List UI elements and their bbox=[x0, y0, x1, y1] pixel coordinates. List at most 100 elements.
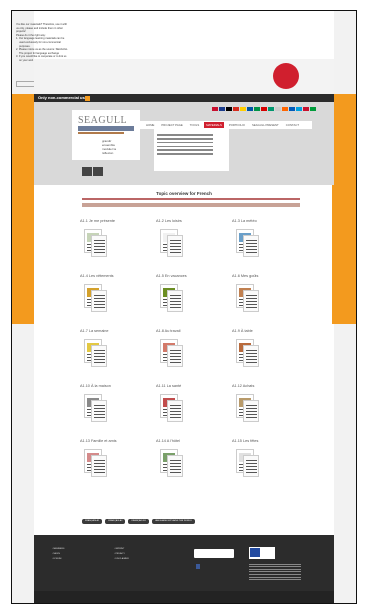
title-rule bbox=[82, 198, 300, 200]
topic-card[interactable]: A1.2 Les loisirs bbox=[156, 219, 222, 279]
menu-item[interactable]: TOOLS bbox=[188, 122, 201, 128]
topic-card[interactable]: A1.7 La semaine bbox=[80, 329, 146, 389]
menu-item[interactable]: PROJECT PAGE bbox=[159, 122, 184, 128]
flag-icon[interactable] bbox=[282, 107, 288, 111]
flag-icon[interactable] bbox=[275, 107, 281, 111]
topic-card[interactable]: A1.12 Achats bbox=[232, 384, 298, 444]
flag-icon[interactable] bbox=[240, 107, 246, 111]
footer-links: FRANÇAIS A1 FRANÇAIS A2 FRANÇAIS B1 LANGUAG… bbox=[82, 519, 195, 524]
menu-item[interactable]: PORTFOLIO bbox=[227, 122, 247, 128]
close-icon[interactable] bbox=[85, 95, 90, 101]
footer-col-1: › MEMBERS › NEWS › FORUM bbox=[52, 547, 64, 562]
topic-label[interactable]: A1.8 Au travail bbox=[156, 329, 180, 333]
flag-icon[interactable] bbox=[296, 107, 302, 111]
topic-thumbnail-page[interactable] bbox=[243, 455, 259, 477]
noncommercial-label: Only non-commercial use! bbox=[38, 95, 89, 100]
topic-label[interactable]: A1.9 À table bbox=[232, 329, 253, 333]
topic-thumbnail-page[interactable] bbox=[167, 290, 183, 312]
flag-icon[interactable] bbox=[247, 107, 253, 111]
topic-card[interactable]: A1.14 A l'hôtel bbox=[156, 439, 222, 499]
footer-nav-link[interactable]: › FORUM bbox=[52, 557, 64, 562]
hero-text-line: réflexion bbox=[102, 151, 114, 155]
eu-logo bbox=[249, 547, 275, 559]
orange-side-right bbox=[332, 94, 356, 324]
footer-bottom bbox=[34, 591, 334, 603]
topic-thumbnail-page[interactable] bbox=[91, 235, 107, 257]
topic-label[interactable]: A1.3 La météo bbox=[232, 219, 257, 223]
screenshot-frame: You like our materials? Therefore, use i… bbox=[11, 10, 357, 604]
flag-icon[interactable] bbox=[303, 107, 309, 111]
topic-thumbnail-page[interactable] bbox=[167, 455, 183, 477]
red-circle-decoration bbox=[273, 63, 299, 89]
footer-link[interactable]: FRANÇAIS A2 bbox=[105, 519, 126, 524]
topic-card[interactable]: A1.9 À table bbox=[232, 329, 298, 389]
topic-card[interactable]: A1.10 À la maison bbox=[80, 384, 146, 444]
menu-item[interactable]: CONTACT bbox=[284, 122, 301, 128]
topic-thumbnail-page[interactable] bbox=[243, 290, 259, 312]
topic-label[interactable]: A1.7 La semaine bbox=[80, 329, 109, 333]
facebook-icon[interactable] bbox=[196, 564, 200, 569]
topic-label[interactable]: A1.15 Les fêtes bbox=[232, 439, 258, 443]
topic-thumbnail-page[interactable] bbox=[91, 345, 107, 367]
topic-card[interactable]: A1.4 Les vêtements bbox=[80, 274, 146, 334]
menu-item[interactable]: SEAGULL PRESENT bbox=[250, 122, 281, 128]
menu-item[interactable]: MATERIALS bbox=[204, 122, 224, 128]
topic-thumbnail-page[interactable] bbox=[167, 400, 183, 422]
flag-icon[interactable] bbox=[219, 107, 225, 111]
slider-next-button[interactable] bbox=[93, 167, 103, 176]
logo-card[interactable]: SEAGULL grandir ensemble moduler la réflexi… bbox=[72, 110, 140, 160]
eu-disclaimer bbox=[249, 562, 301, 582]
flag-icon[interactable] bbox=[254, 107, 260, 111]
logo-tagline-2 bbox=[78, 132, 124, 134]
materials-dropdown[interactable] bbox=[154, 129, 229, 171]
topic-card[interactable]: A1.8 Au travail bbox=[156, 329, 222, 389]
topic-card[interactable]: A1.15 Les fêtes bbox=[232, 439, 298, 499]
topic-label[interactable]: A1.1 Je me présente bbox=[80, 219, 115, 223]
footer-link[interactable]: LANGUAGE EXPLAINS THE WORLD bbox=[151, 519, 195, 524]
topic-thumbnail-page[interactable] bbox=[243, 235, 259, 257]
orange-side-left bbox=[12, 94, 34, 324]
title-rule-wide bbox=[82, 203, 300, 207]
hero-text: grandir ensemble moduler la réflexion bbox=[102, 139, 116, 155]
topic-label[interactable]: A1.6 Mes goûts bbox=[232, 274, 258, 278]
flag-icon[interactable] bbox=[268, 107, 274, 111]
footer-nav-link[interactable]: › DISCLAIMER bbox=[114, 557, 129, 562]
slider-prev-button[interactable] bbox=[82, 167, 92, 176]
flag-icon[interactable] bbox=[310, 107, 316, 111]
flag-icon[interactable] bbox=[233, 107, 239, 111]
topic-card[interactable]: A1.1 Je me présente bbox=[80, 219, 146, 279]
topic-card[interactable]: A1.6 Mes goûts bbox=[232, 274, 298, 334]
footer-link[interactable]: FRANÇAIS A1 bbox=[82, 519, 103, 524]
topic-label[interactable]: A1.12 Achats bbox=[232, 384, 254, 388]
topic-thumbnail-page[interactable] bbox=[167, 345, 183, 367]
topic-thumbnail-page[interactable] bbox=[243, 345, 259, 367]
topic-card[interactable]: A1.13 Famille et amis bbox=[80, 439, 146, 499]
slider-arrows bbox=[82, 167, 103, 176]
topic-label[interactable]: A1.14 A l'hôtel bbox=[156, 439, 180, 443]
topic-label[interactable]: A1.4 Les vêtements bbox=[80, 274, 114, 278]
topic-card[interactable]: A1.5 En vacances bbox=[156, 274, 222, 334]
menu-item[interactable]: HOME bbox=[144, 122, 156, 128]
language-flags[interactable] bbox=[212, 107, 316, 111]
flag-icon[interactable] bbox=[212, 107, 218, 111]
topic-thumbnail-page[interactable] bbox=[243, 400, 259, 422]
topic-label[interactable]: A1.13 Famille et amis bbox=[80, 439, 117, 443]
topic-thumbnail-page[interactable] bbox=[91, 400, 107, 422]
topic-card[interactable]: A1.11 La santé bbox=[156, 384, 222, 444]
footer-col-2: › IMPRINT › PRIVACY › DISCLAIMER bbox=[114, 547, 129, 562]
footer-link[interactable]: FRANÇAIS B1 bbox=[128, 519, 149, 524]
flag-icon[interactable] bbox=[261, 107, 267, 111]
flag-icon[interactable] bbox=[289, 107, 295, 111]
partner-logo[interactable] bbox=[194, 549, 234, 558]
topic-label[interactable]: A1.5 En vacances bbox=[156, 274, 187, 278]
main-menu: HOME PROJECT PAGE TOOLS MATERIALS PORTFOLIO S… bbox=[140, 121, 312, 129]
topic-card[interactable]: A1.3 La météo bbox=[232, 219, 298, 279]
topic-label[interactable]: A1.11 La santé bbox=[156, 384, 181, 388]
topic-label[interactable]: A1.2 Les loisirs bbox=[156, 219, 182, 223]
topic-thumbnail-page[interactable] bbox=[167, 235, 183, 257]
flag-icon[interactable] bbox=[226, 107, 232, 111]
topic-thumbnail-page[interactable] bbox=[91, 455, 107, 477]
logo-tagline bbox=[78, 126, 134, 131]
topic-thumbnail-page[interactable] bbox=[91, 290, 107, 312]
topic-label[interactable]: A1.10 À la maison bbox=[80, 384, 111, 388]
